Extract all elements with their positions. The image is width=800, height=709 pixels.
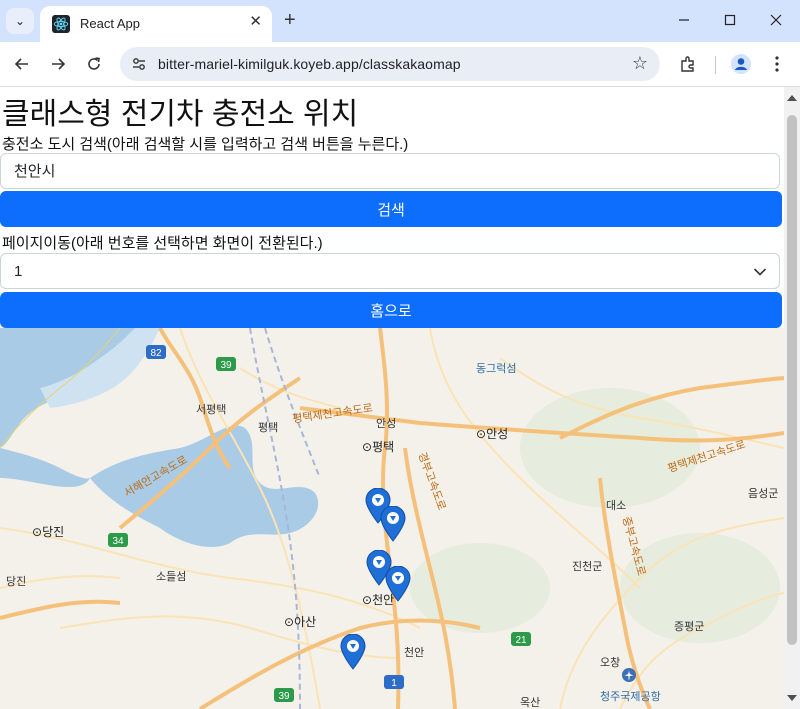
- page-title: 클래스형 전기차 충전소 위치: [2, 98, 359, 131]
- map-label: 음성군: [748, 488, 779, 500]
- tab-search-button[interactable]: ⌄: [6, 8, 34, 34]
- map-label: 오창: [600, 657, 621, 669]
- map-label: 증평군: [674, 621, 705, 633]
- reload-icon[interactable]: [82, 52, 106, 76]
- charging-station-marker[interactable]: [385, 566, 411, 602]
- menu-kebab-icon[interactable]: [765, 52, 789, 76]
- maximize-icon[interactable]: [710, 6, 750, 34]
- close-tab-icon[interactable]: ✕: [249, 12, 262, 30]
- search-button[interactable]: 검색: [0, 191, 782, 227]
- scroll-thumb[interactable]: [787, 115, 797, 645]
- page-select-label: 페이지이동(아래 번호를 선택하면 화면이 전환된다.): [2, 235, 323, 252]
- svg-text:82: 82: [150, 348, 162, 359]
- charging-station-marker[interactable]: [380, 506, 406, 542]
- minimize-icon[interactable]: [664, 6, 704, 34]
- map-label: 평택: [258, 422, 279, 434]
- map-city-label: ⊙안성: [476, 427, 509, 441]
- map-label: 진천군: [572, 561, 603, 573]
- tab-bar: ⌄ React App ✕ +: [0, 0, 800, 42]
- map-label: 당진: [6, 576, 27, 588]
- svg-text:39: 39: [220, 360, 232, 371]
- page-content: 클래스형 전기차 충전소 위치 충전소 도시 검색(아래 검색할 시를 입력하고…: [0, 87, 784, 709]
- close-window-icon[interactable]: [756, 6, 796, 34]
- page-select-value: 1: [14, 263, 23, 280]
- svg-text:1: 1: [391, 678, 397, 689]
- react-icon: [52, 15, 70, 33]
- map-label: 옥산: [520, 697, 541, 709]
- map-city-label: ⊙당진: [32, 525, 65, 539]
- road-shield-21: 21: [511, 632, 531, 646]
- road-shield-39: 39: [216, 357, 236, 371]
- road-shield-39b: 39: [274, 688, 294, 702]
- map-label: 동그럭섬: [476, 363, 517, 375]
- page-select[interactable]: 1: [0, 253, 780, 289]
- browser-tab[interactable]: React App ✕: [40, 6, 272, 42]
- map-label: 소들섬: [156, 571, 187, 583]
- chevron-down-icon: ⌄: [14, 14, 26, 28]
- profile-avatar-icon[interactable]: [729, 52, 753, 76]
- site-settings-icon[interactable]: [130, 55, 148, 73]
- scroll-down-arrow[interactable]: [787, 695, 797, 701]
- extensions-icon[interactable]: [676, 52, 700, 76]
- forward-icon[interactable]: [46, 52, 70, 76]
- road-shield-34: 34: [108, 533, 128, 547]
- address-bar[interactable]: bitter-mariel-kimilguk.koyeb.app/classka…: [120, 47, 660, 81]
- page-scrollbar[interactable]: [784, 87, 800, 709]
- search-label: 충전소 도시 검색(아래 검색할 시를 입력하고 검색 버튼을 누른다.): [2, 136, 409, 153]
- toolbar-divider: [715, 56, 716, 74]
- map-label: 청주국제공항: [600, 691, 661, 703]
- map-label: 안성: [376, 418, 397, 430]
- map-label: 대소: [606, 500, 627, 512]
- bookmark-star-icon[interactable]: ☆: [632, 53, 648, 74]
- new-tab-icon[interactable]: +: [284, 9, 296, 32]
- kakao-map[interactable]: 82 39 34 21 1 39 동그럭섬 서평택 평택 안성 ⊙평택 ⊙안성 …: [0, 328, 784, 709]
- map-label: 천안: [404, 647, 425, 659]
- scroll-up-arrow[interactable]: [787, 95, 797, 101]
- chevron-down-icon: [753, 254, 767, 290]
- charging-station-marker[interactable]: [340, 634, 366, 670]
- browser-toolbar: bitter-mariel-kimilguk.koyeb.app/classka…: [0, 42, 800, 87]
- road-shield-1: 1: [384, 675, 404, 689]
- road-shield-82: 82: [146, 345, 166, 359]
- map-city-label: ⊙평택: [362, 440, 395, 454]
- city-search-input[interactable]: 천안시: [0, 153, 780, 189]
- back-icon[interactable]: [10, 52, 34, 76]
- svg-text:34: 34: [112, 536, 124, 547]
- home-button[interactable]: 홈으로: [0, 292, 782, 328]
- tab-title: React App: [80, 16, 140, 31]
- url-text: bitter-mariel-kimilguk.koyeb.app/classka…: [158, 56, 461, 72]
- svg-text:21: 21: [515, 635, 527, 646]
- map-city-label: ⊙아산: [284, 615, 317, 629]
- svg-text:39: 39: [278, 691, 290, 702]
- map-label: 서평택: [196, 404, 227, 416]
